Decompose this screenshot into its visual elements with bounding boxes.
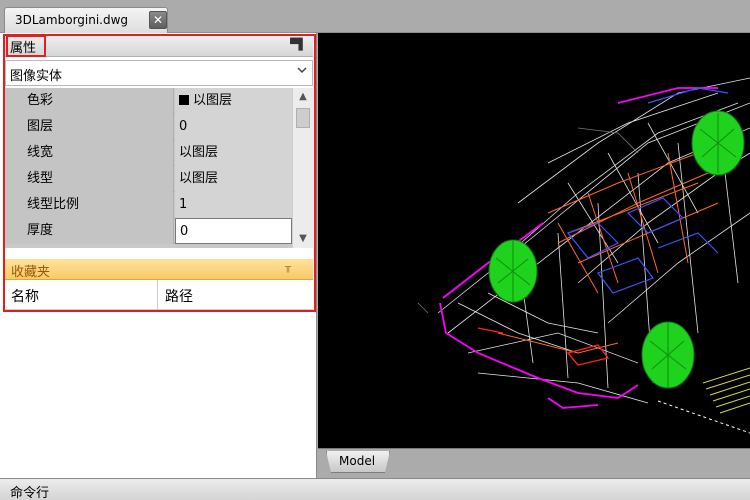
close-icon[interactable]: ✕ <box>149 11 167 29</box>
command-line-bar[interactable]: 命令行 <box>0 478 750 500</box>
property-value[interactable]: 0 <box>175 114 292 140</box>
tab-model-label: Model <box>339 454 376 468</box>
property-value-text: 以图层 <box>193 93 233 108</box>
left-panel: 属性 ▀▌ 图像实体 色彩 以图层 图层 0 线宽 以图层 线型 以图层 线型比… <box>0 33 317 478</box>
cad-application: 3DLamborgini.dwg ✕ 属性 ▀▌ 图像实体 色彩 以图层 图层 … <box>0 0 750 500</box>
favorites-header: 收藏夹 ╥ <box>5 259 313 280</box>
favorites-columns: 名称 路径 <box>5 280 313 310</box>
property-value[interactable]: 以图层 <box>175 166 292 192</box>
property-name: 色彩 <box>5 88 174 114</box>
column-header-name[interactable]: 名称 <box>11 286 39 306</box>
document-tab-strip: 3DLamborgini.dwg ✕ <box>0 0 750 33</box>
document-tab[interactable]: 3DLamborgini.dwg ✕ <box>4 7 168 33</box>
property-name: 线型比例 <box>5 192 174 218</box>
entity-type-value: 图像实体 <box>10 69 63 84</box>
property-value[interactable]: 以图层 <box>175 140 292 166</box>
property-value[interactable]: 以图层 <box>175 88 292 114</box>
property-name: 厚度 <box>5 218 174 244</box>
entity-type-select[interactable]: 图像实体 <box>5 60 313 86</box>
pin-icon[interactable]: ╥ <box>285 262 291 273</box>
layout-tab-bar: Model <box>318 448 750 478</box>
thickness-input[interactable]: 0 <box>175 218 292 244</box>
properties-header: 属性 ▀▌ <box>4 35 313 57</box>
car-wireframe-drawing <box>417 77 750 434</box>
property-row-thickness[interactable]: 厚度 0 <box>5 218 292 244</box>
column-header-path[interactable]: 路径 <box>165 286 193 306</box>
color-swatch <box>179 95 189 105</box>
drawing-canvas[interactable]: Model <box>318 33 750 478</box>
property-value[interactable]: 1 <box>175 192 292 218</box>
properties-scrollbar[interactable]: ▲ ▼ <box>292 88 313 248</box>
property-row-layer[interactable]: 图层 0 <box>5 114 292 140</box>
scroll-up-icon[interactable]: ▲ <box>293 88 313 106</box>
pin-icon[interactable]: ▀▌ <box>290 38 307 51</box>
tab-model[interactable]: Model <box>326 451 390 473</box>
property-row-linetype[interactable]: 线型 以图层 <box>5 166 292 192</box>
column-divider[interactable] <box>157 280 158 310</box>
property-name: 线型 <box>5 166 174 192</box>
properties-title: 属性 <box>10 41 37 56</box>
scroll-down-icon[interactable]: ▼ <box>293 230 313 248</box>
property-name: 线宽 <box>5 140 174 166</box>
property-name: 图层 <box>5 114 174 140</box>
document-tab-label: 3DLamborgini.dwg <box>15 13 129 27</box>
property-row-linetype-scale[interactable]: 线型比例 1 <box>5 192 292 218</box>
properties-grid: 色彩 以图层 图层 0 线宽 以图层 线型 以图层 线型比例 1 厚度 0 <box>5 88 292 248</box>
property-row-lineweight[interactable]: 线宽 以图层 <box>5 140 292 166</box>
favorites-title: 收藏夹 <box>11 265 51 280</box>
property-row-color[interactable]: 色彩 以图层 <box>5 88 292 114</box>
scroll-thumb[interactable] <box>296 108 310 128</box>
chevron-down-icon <box>296 64 308 79</box>
command-line-title: 命令行 <box>10 486 50 500</box>
